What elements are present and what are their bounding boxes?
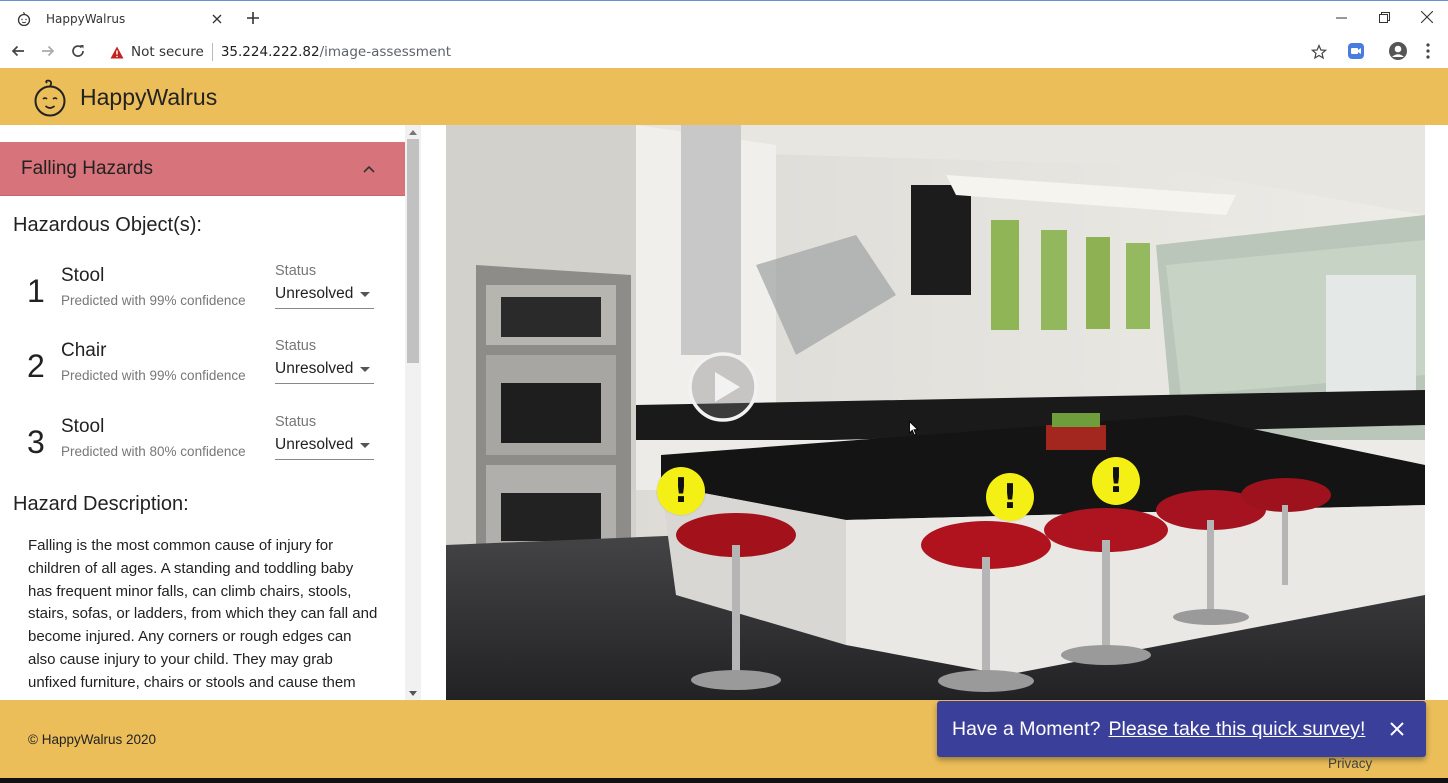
status-label: Status xyxy=(275,338,317,354)
tab-title: HappyWalrus xyxy=(46,12,126,26)
back-arrow-icon[interactable] xyxy=(6,39,30,63)
security-label: Not secure xyxy=(131,44,204,60)
url-host: 35.224.222.82 xyxy=(220,44,320,60)
hazard-confidence: Predicted with 99% confidence xyxy=(61,293,246,308)
close-icon[interactable] xyxy=(1386,718,1408,740)
url-text: 35.224.222.82/image-assessment xyxy=(221,44,451,60)
status-select[interactable]: Unresolved xyxy=(275,358,374,384)
baby-face-icon xyxy=(16,11,32,27)
privacy-link[interactable]: Privacy xyxy=(1328,756,1372,771)
accordion-title: Falling Hazards xyxy=(21,157,153,179)
hazard-confidence: Predicted with 80% confidence xyxy=(61,444,246,459)
kitchen-photo[interactable] xyxy=(446,125,1425,700)
baby-logo-icon[interactable] xyxy=(32,78,68,118)
scroll-up-arrow-icon[interactable] xyxy=(405,125,421,139)
url-path: /image-assessment xyxy=(319,44,452,60)
extension-icon[interactable] xyxy=(1344,39,1368,63)
new-tab-button[interactable] xyxy=(242,7,264,29)
dropdown-arrow-icon xyxy=(360,443,370,448)
forward-arrow-icon[interactable] xyxy=(36,39,60,63)
marker-symbol: ! xyxy=(673,471,689,511)
status-select[interactable]: Unresolved xyxy=(275,283,374,309)
browser-tab-bar: HappyWalrus xyxy=(0,0,1448,35)
warning-icon xyxy=(110,45,124,59)
app-header: HappyWalrus xyxy=(0,68,1448,125)
status-label: Status xyxy=(275,414,317,430)
bookmark-star-icon[interactable] xyxy=(1310,43,1328,61)
status-value: Unresolved xyxy=(275,360,354,377)
minimize-icon[interactable] xyxy=(1319,1,1363,33)
browser-tab[interactable]: HappyWalrus xyxy=(8,3,232,35)
dropdown-arrow-icon xyxy=(360,292,370,297)
hazard-number: 3 xyxy=(27,424,45,460)
close-tab-icon[interactable] xyxy=(208,10,226,28)
scroll-down-arrow-icon[interactable] xyxy=(405,686,421,700)
browser-menu-icon[interactable] xyxy=(1416,39,1440,63)
hazard-marker-icon[interactable]: ! xyxy=(986,473,1034,521)
hazard-marker-icon[interactable]: ! xyxy=(657,467,705,515)
hazard-number: 2 xyxy=(27,348,45,384)
close-window-icon[interactable] xyxy=(1405,1,1448,33)
hazard-name: Stool xyxy=(61,265,105,286)
copyright: © HappyWalrus 2020 xyxy=(28,732,157,747)
dropdown-arrow-icon xyxy=(360,367,370,372)
marker-symbol: ! xyxy=(1002,477,1018,517)
survey-link[interactable]: Please take this quick survey! xyxy=(1109,718,1366,741)
address-bar[interactable]: Not secure 35.224.222.82/image-assessmen… xyxy=(100,38,1336,66)
mouse-cursor-icon xyxy=(909,421,919,436)
browser-toolbar: Not secure 35.224.222.82/image-assessmen… xyxy=(0,34,1448,68)
hazard-number: 1 xyxy=(27,273,45,309)
brand-name[interactable]: HappyWalrus xyxy=(80,84,217,111)
hazard-item: 2 Chair Predicted with 99% confidence St… xyxy=(0,338,405,404)
address-divider xyxy=(211,43,213,61)
status-label: Status xyxy=(275,263,317,279)
window-bottom-edge xyxy=(0,778,1448,783)
reload-icon[interactable] xyxy=(66,39,90,63)
hazard-confidence: Predicted with 99% confidence xyxy=(61,368,246,383)
hazard-description: Falling is the most common cause of inju… xyxy=(28,537,378,691)
hazard-marker-icon[interactable]: ! xyxy=(1092,457,1140,505)
restore-icon[interactable] xyxy=(1362,1,1406,33)
survey-question: Have a Moment? xyxy=(952,717,1101,740)
marker-symbol: ! xyxy=(1108,461,1124,501)
hazard-item: 1 Stool Predicted with 99% confidence St… xyxy=(0,263,405,329)
profile-avatar-icon[interactable] xyxy=(1386,39,1410,63)
chevron-up-icon[interactable] xyxy=(357,157,381,181)
hazard-description-heading: Hazard Description: xyxy=(13,493,189,515)
status-value: Unresolved xyxy=(275,285,354,302)
hazard-name: Chair xyxy=(61,340,107,361)
hazard-name: Stool xyxy=(61,416,105,437)
hazard-panel: Falling Hazards Hazardous Object(s): 1 S… xyxy=(0,125,421,700)
scrollbar-thumb[interactable] xyxy=(407,139,419,363)
play-icon[interactable] xyxy=(687,351,759,423)
status-select[interactable]: Unresolved xyxy=(275,434,374,460)
panel-scrollbar[interactable] xyxy=(405,125,421,700)
survey-banner: Have a Moment? Please take this quick su… xyxy=(937,701,1426,757)
falling-hazards-accordion[interactable]: Falling Hazards xyxy=(0,142,405,196)
status-value: Unresolved xyxy=(275,436,354,453)
hazard-item: 3 Stool Predicted with 80% confidence St… xyxy=(0,414,405,480)
hazardous-objects-heading: Hazardous Object(s): xyxy=(13,214,202,236)
